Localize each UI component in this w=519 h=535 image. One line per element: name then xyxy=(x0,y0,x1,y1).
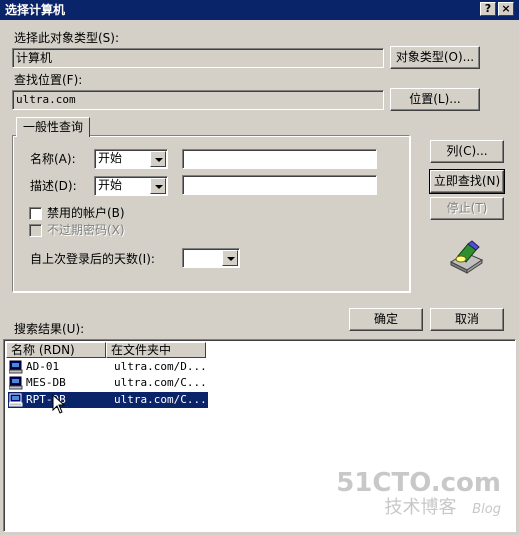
row-folder: ultra.com/C... xyxy=(114,393,207,406)
name-input[interactable] xyxy=(182,149,377,169)
column-header-folder[interactable]: 在文件夹中 xyxy=(106,342,206,358)
row-folder: ultra.com/C... xyxy=(114,376,207,389)
row-name: AD-01 xyxy=(26,360,60,373)
chevron-down-icon[interactable] xyxy=(150,151,166,167)
window-title: 选择计算机 xyxy=(5,3,66,17)
list-item[interactable]: MES-DB ultra.com/C... xyxy=(8,375,208,391)
non-expiring-password-label: 不过期密码(X) xyxy=(47,223,125,237)
disabled-accounts-checkbox[interactable] xyxy=(29,207,42,220)
mouse-cursor-icon xyxy=(52,394,66,414)
chevron-down-icon[interactable] xyxy=(150,178,166,194)
object-type-label: 选择此对象类型(S): xyxy=(14,31,120,45)
days-since-logon-label: 自上次登录后的天数(I): xyxy=(30,252,155,266)
computer-icon xyxy=(9,393,23,407)
description-mode-value: 开始 xyxy=(98,178,123,192)
search-results-list[interactable]: 名称 (RDN) 在文件夹中 AD-01 ultra.com/D... MES-… xyxy=(3,339,516,532)
cancel-button[interactable]: 取消 xyxy=(430,308,504,331)
locations-button[interactable]: 位置(L)... xyxy=(390,88,480,111)
column-header-name[interactable]: 名称 (RDN) xyxy=(6,342,106,358)
help-icon[interactable]: ? xyxy=(480,2,496,16)
computer-icon xyxy=(9,376,23,390)
ok-button[interactable]: 确定 xyxy=(349,308,423,331)
description-label: 描述(D): xyxy=(30,179,77,193)
chevron-down-icon[interactable] xyxy=(222,250,238,266)
list-item[interactable]: AD-01 ultra.com/D... xyxy=(8,359,208,375)
object-types-button[interactable]: 对象类型(O)... xyxy=(390,46,480,69)
location-field: ultra.com xyxy=(12,90,384,110)
close-icon[interactable]: × xyxy=(498,2,514,16)
search-icon xyxy=(448,240,486,274)
name-mode-select[interactable]: 开始 xyxy=(94,149,168,169)
watermark: 51CTO.com 技术博客 Blog xyxy=(336,469,501,521)
title-bar: 选择计算机 xyxy=(0,0,519,20)
watermark-logo: 51CTO.com xyxy=(336,468,501,498)
name-mode-value: 开始 xyxy=(98,151,123,165)
object-type-field: 计算机 xyxy=(12,48,384,68)
location-label: 查找位置(F): xyxy=(14,73,83,87)
list-item-selected[interactable]: RPT-DB ultra.com/C... xyxy=(8,392,208,408)
find-now-button[interactable]: 立即查找(N) xyxy=(429,169,505,194)
name-label: 名称(A): xyxy=(30,152,76,166)
row-folder: ultra.com/D... xyxy=(114,360,207,373)
stop-button[interactable]: 停止(T) xyxy=(430,197,504,220)
row-name: MES-DB xyxy=(26,376,66,389)
tab-common-queries[interactable]: 一般性查询 xyxy=(16,117,90,137)
search-results-label: 搜索结果(U): xyxy=(14,322,85,336)
non-expiring-password-checkbox[interactable] xyxy=(29,224,42,237)
disabled-accounts-label: 禁用的帐户(B) xyxy=(47,206,125,220)
description-mode-select[interactable]: 开始 xyxy=(94,176,168,196)
watermark-blog: Blog xyxy=(472,502,501,517)
description-input[interactable] xyxy=(182,175,377,195)
watermark-subtitle: 技术博客 xyxy=(384,497,457,518)
days-since-logon-select[interactable] xyxy=(182,248,240,268)
columns-button[interactable]: 列(C)... xyxy=(430,140,504,163)
computer-icon xyxy=(9,360,23,374)
